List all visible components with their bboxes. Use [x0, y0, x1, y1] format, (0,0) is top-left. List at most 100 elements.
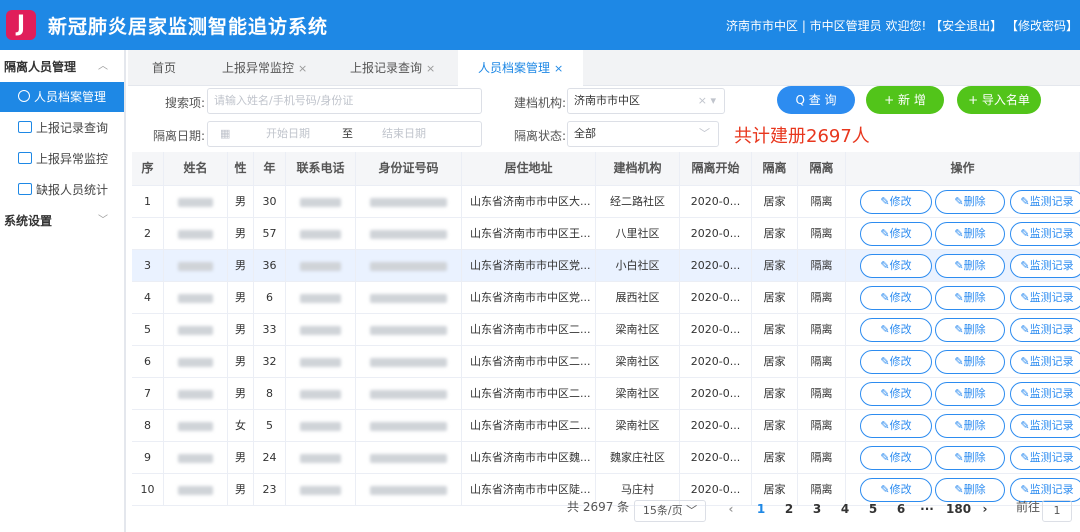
monitor-record-button[interactable]: ✎监测记录: [1010, 446, 1080, 470]
monitor-record-button[interactable]: ✎监测记录: [1010, 222, 1080, 246]
sidebar-item-label: 上报记录查询: [36, 121, 109, 135]
delete-button[interactable]: ✎删除: [935, 446, 1005, 470]
actions-cell: ✎修改 ✎删除 ✎监测记录: [846, 346, 1080, 377]
table-row[interactable]: 5 男 33 山东省济南市市中区二... 梁南社区 2020-0... 居家 隔离 ✎修改 ✎删除…: [132, 314, 1080, 346]
cell-org: 经二路社区: [596, 186, 680, 217]
redacted-cell: [356, 218, 462, 249]
edit-button[interactable]: ✎修改: [860, 350, 932, 374]
page-number-button[interactable]: 1: [752, 502, 770, 516]
delete-button[interactable]: ✎删除: [935, 382, 1005, 406]
table-row[interactable]: 6 男 32 山东省济南市市中区二... 梁南社区 2020-0... 居家 隔离 ✎修改 ✎删除…: [132, 346, 1080, 378]
monitor-record-button[interactable]: ✎监测记录: [1010, 414, 1080, 438]
page-number-button[interactable]: 3: [808, 502, 826, 516]
edit-button[interactable]: ✎修改: [860, 190, 932, 214]
tab-report-query[interactable]: 上报记录查询 ×: [350, 50, 435, 86]
table-row[interactable]: 4 男 6 山东省济南市市中区党... 展西社区 2020-0... 居家 隔离 ✎修改 ✎删除 ✎…: [132, 282, 1080, 314]
close-icon[interactable]: ×: [298, 62, 307, 75]
cell-age: 36: [254, 250, 286, 281]
header-user-area: 济南市市中区 | 市中区管理员 欢迎您! 【安全退出】 【修改密码】: [726, 17, 1078, 34]
actions-cell: ✎修改 ✎删除 ✎监测记录: [846, 410, 1080, 441]
next-page-button[interactable]: ›: [976, 502, 994, 516]
status-label: 隔离状态:: [514, 129, 567, 143]
table-row[interactable]: 2 男 57 山东省济南市市中区王... 八里社区 2020-0... 居家 隔离 ✎修改 ✎删除…: [132, 218, 1080, 250]
actions-cell: ✎修改 ✎删除 ✎监测记录: [846, 442, 1080, 473]
edit-button[interactable]: ✎修改: [860, 286, 932, 310]
page-number-button[interactable]: 6: [892, 502, 910, 516]
edit-button[interactable]: ✎修改: [860, 446, 932, 470]
sidebar-item-report-query[interactable]: 上报记录查询: [0, 113, 124, 143]
menu-group-settings[interactable]: 系统设置 ﹀: [0, 206, 124, 236]
cell-sex: 男: [228, 442, 254, 473]
prev-page-button[interactable]: ‹: [722, 502, 740, 516]
page-number-button[interactable]: 2: [780, 502, 798, 516]
edit-button[interactable]: ✎修改: [860, 318, 932, 342]
cell-no: 8: [132, 410, 164, 441]
org-select[interactable]: 济南市市中区 × ▾: [567, 88, 725, 114]
table-row[interactable]: 7 男 8 山东省济南市市中区二... 梁南社区 2020-0... 居家 隔离 ✎修改 ✎删除 ✎…: [132, 378, 1080, 410]
table-row[interactable]: 9 男 24 山东省济南市市中区魏... 魏家庄社区 2020-0... 居家 隔离 ✎修改 ✎删…: [132, 442, 1080, 474]
delete-button[interactable]: ✎删除: [935, 318, 1005, 342]
edit-button[interactable]: ✎修改: [860, 478, 932, 502]
delete-button[interactable]: ✎删除: [935, 286, 1005, 310]
keyword-input[interactable]: 请输入姓名/手机号码/身份证: [207, 88, 482, 114]
delete-button[interactable]: ✎删除: [935, 350, 1005, 374]
sidebar-item-missing-stats[interactable]: 缺报人员统计: [0, 175, 124, 205]
table-row[interactable]: 1 男 30 山东省济南市市中区大... 经二路社区 2020-0... 居家 隔离 ✎修改 ✎删…: [132, 186, 1080, 218]
logout-link[interactable]: 【安全退出】: [930, 19, 1002, 33]
table-row[interactable]: 8 女 5 山东省济南市市中区二... 梁南社区 2020-0... 居家 隔离 ✎修改 ✎删除 ✎…: [132, 410, 1080, 442]
page-number-button[interactable]: 4: [836, 502, 854, 516]
delete-button[interactable]: ✎删除: [935, 478, 1005, 502]
monitor-record-button[interactable]: ✎监测记录: [1010, 286, 1080, 310]
cell-sex: 男: [228, 250, 254, 281]
table-row[interactable]: 3 男 36 山东省济南市市中区党... 小白社区 2020-0... 居家 隔离 ✎修改 ✎删除…: [132, 250, 1080, 282]
cell-type: 居家: [752, 250, 798, 281]
monitor-record-button[interactable]: ✎监测记录: [1010, 382, 1080, 406]
import-list-button[interactable]: + 导入名单: [957, 86, 1041, 114]
menu-group-isolation[interactable]: 隔离人员管理 ︿: [0, 52, 124, 82]
page-number-button[interactable]: 5: [864, 502, 882, 516]
query-button[interactable]: Q 查 询: [777, 86, 855, 114]
redacted-cell: [356, 186, 462, 217]
delete-button[interactable]: ✎删除: [935, 414, 1005, 438]
edit-button[interactable]: ✎修改: [860, 222, 932, 246]
cell-addr: 山东省济南市市中区王...: [462, 218, 596, 249]
monitor-record-button[interactable]: ✎监测记录: [1010, 254, 1080, 278]
chevron-up-icon: ︿: [98, 61, 108, 72]
cell-start: 2020-0...: [680, 250, 752, 281]
add-button[interactable]: + 新 增: [866, 86, 944, 114]
close-icon[interactable]: ×: [426, 62, 435, 75]
edit-button[interactable]: ✎修改: [860, 382, 932, 406]
cell-state: 隔离: [798, 378, 846, 409]
sidebar-item-label: 缺报人员统计: [36, 183, 109, 197]
edit-button[interactable]: ✎修改: [860, 414, 932, 438]
tab-home[interactable]: 首页: [152, 50, 176, 86]
change-password-link[interactable]: 【修改密码】: [1006, 19, 1078, 33]
cell-type: 居家: [752, 218, 798, 249]
date-range-input[interactable]: ▦ 开始日期 至 结束日期: [207, 121, 482, 147]
cell-state: 隔离: [798, 218, 846, 249]
keyword-label: 搜索项:: [165, 96, 206, 110]
monitor-record-button[interactable]: ✎监测记录: [1010, 190, 1080, 214]
edit-button[interactable]: ✎修改: [860, 254, 932, 278]
sidebar-item-abnormal-monitor[interactable]: 上报异常监控: [0, 144, 124, 174]
clear-chevron-icon[interactable]: × ▾: [698, 89, 716, 113]
delete-button[interactable]: ✎删除: [935, 222, 1005, 246]
goto-page-input[interactable]: 1: [1042, 500, 1072, 522]
tab-abnormal-monitor[interactable]: 上报异常监控 ×: [222, 50, 307, 86]
cell-start: 2020-0...: [680, 314, 752, 345]
delete-button[interactable]: ✎删除: [935, 190, 1005, 214]
chevron-down-icon[interactable]: ﹀: [699, 122, 710, 146]
tab-profiles[interactable]: 人员档案管理 ×: [458, 50, 584, 86]
sidebar-item-profiles[interactable]: 人员档案管理: [0, 82, 124, 112]
monitor-record-button[interactable]: ✎监测记录: [1010, 350, 1080, 374]
page-size-select[interactable]: 15条/页 ﹀: [634, 500, 706, 522]
cell-state: 隔离: [798, 186, 846, 217]
delete-button[interactable]: ✎删除: [935, 254, 1005, 278]
close-icon[interactable]: ×: [554, 62, 563, 75]
more-pages-button[interactable]: ···: [918, 502, 936, 516]
redacted-cell: [286, 346, 356, 377]
page-number-button[interactable]: 180: [946, 502, 971, 516]
cell-start: 2020-0...: [680, 410, 752, 441]
status-select[interactable]: 全部 ﹀: [567, 121, 719, 147]
monitor-record-button[interactable]: ✎监测记录: [1010, 318, 1080, 342]
